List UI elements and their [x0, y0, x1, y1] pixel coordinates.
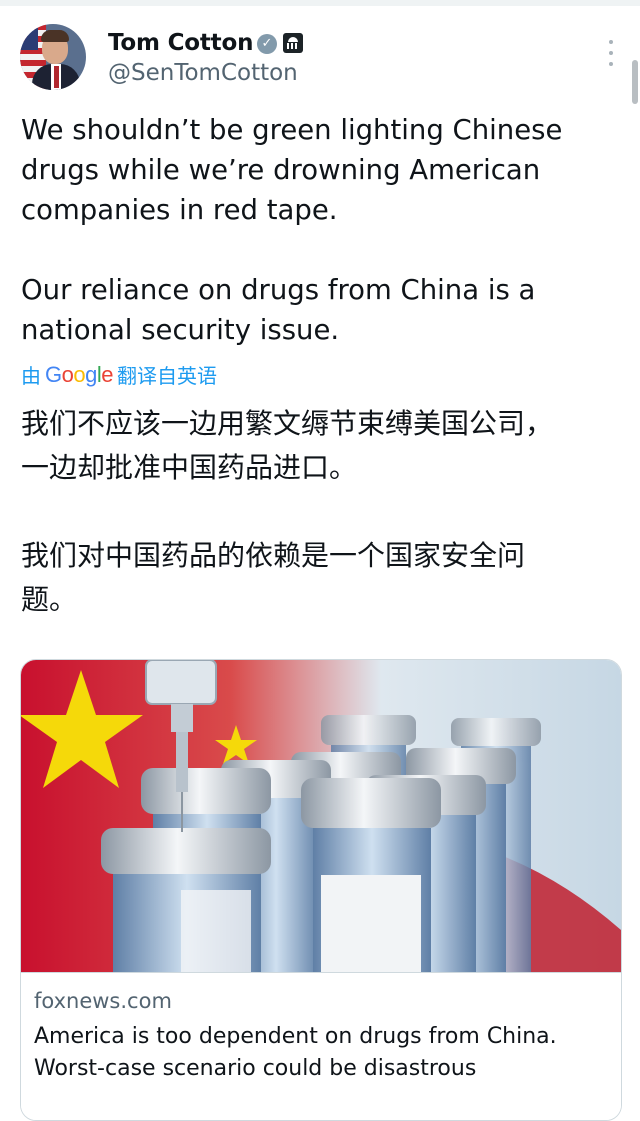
card-image[interactable] — [21, 660, 621, 972]
card-headline: America is too dependent on drugs from C… — [34, 1024, 557, 1081]
scrollbar-thumb[interactable] — [632, 60, 638, 104]
translation-suffix: 翻译自英语 — [117, 364, 218, 388]
more-options-icon[interactable] — [608, 40, 614, 66]
google-logo: Google — [45, 361, 114, 387]
avatar-hair — [41, 30, 69, 42]
verified-check-icon: ✓ — [257, 34, 277, 54]
author-handle[interactable]: @SenTomCotton — [108, 60, 298, 86]
tweet-header: Tom Cotton ✓ @SenTomCotton — [20, 24, 616, 96]
card-domain: foxnews.com — [34, 989, 172, 1013]
translated-text: 我们不应该一边用繁文缛节束缚美国公司， 一边却批准中国药品进口。 我们对中国药品… — [21, 407, 554, 616]
avatar-tie — [54, 66, 59, 88]
avatar[interactable] — [20, 24, 86, 90]
translated-by-google[interactable]: 由 Google 翻译自英语 — [21, 360, 217, 389]
tweet-text: We shouldn’t be green lighting Chinese d… — [21, 114, 563, 346]
government-building-icon — [283, 33, 303, 53]
translation-prefix: 由 — [21, 364, 41, 388]
card-meta[interactable]: foxnews.com America is too dependent on … — [21, 972, 621, 1120]
top-divider — [0, 0, 640, 6]
link-card[interactable]: foxnews.com America is too dependent on … — [20, 659, 622, 1121]
author-name[interactable]: Tom Cotton — [108, 30, 253, 56]
